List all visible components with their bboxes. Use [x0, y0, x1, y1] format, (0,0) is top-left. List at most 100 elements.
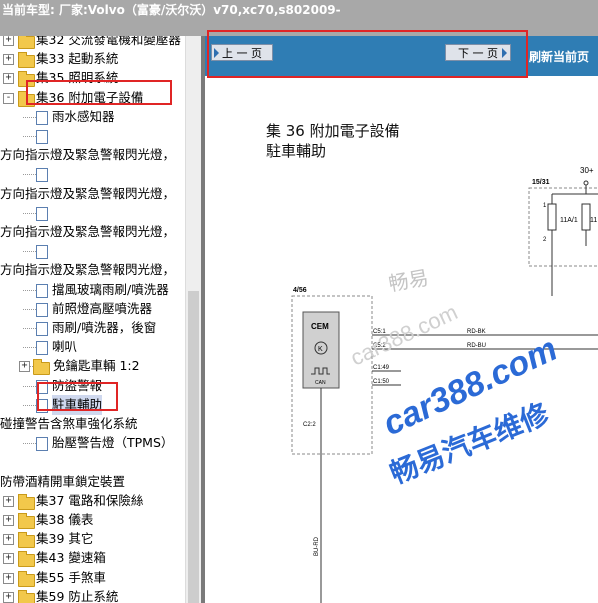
tree-item-label: 雨刷/噴洗器，後窗	[52, 320, 157, 335]
folder-icon	[18, 493, 35, 510]
tree-scrollbar[interactable]	[185, 36, 201, 603]
highlight-toolbar-box	[207, 30, 528, 78]
tree-item[interactable]: 碰撞警告含煞車強化系統	[0, 414, 185, 434]
expand-icon[interactable]: +	[3, 495, 14, 507]
wiring-diagram: 15/31 30+ 11A/1 11 1 2 4/56 CEM K CAN C5…	[291, 166, 598, 603]
tree-item-label: 集37 電路和保險絲	[36, 492, 144, 508]
expand-icon[interactable]: +	[3, 591, 14, 603]
tree-item-label: 前照燈高壓噴洗器	[52, 300, 153, 316]
tree-folder[interactable]: + 集59 防止系統	[0, 587, 185, 603]
tree-item[interactable]: 方向指示燈及緊急警報閃光燈，	[0, 260, 185, 280]
tree-folder[interactable]: + 集43 變速箱	[0, 548, 185, 568]
tree-document[interactable]	[0, 164, 185, 184]
tree-folder[interactable]: + 集33 起動系統	[0, 49, 185, 69]
expand-icon[interactable]: +	[3, 36, 14, 46]
folder-icon	[18, 513, 35, 529]
tree-item[interactable]: 方向指示燈及緊急警報閃光燈，	[0, 184, 185, 204]
fuse-label-2: 11	[590, 217, 597, 224]
module-ref-label: 4/56	[293, 287, 307, 294]
tree-document[interactable]: 胎壓警告燈（TPMS）	[0, 433, 185, 453]
tree-item[interactable]: 防帶酒精開車鎖定裝置	[0, 472, 185, 492]
folder-icon	[18, 532, 35, 549]
tree-item-label: 集32 交流發電機和變壓器	[36, 36, 181, 47]
tree-item-label: 集33 起動系統	[36, 51, 119, 67]
tree-item[interactable]: 方向指示燈及緊急警報閃光燈，	[0, 145, 185, 165]
expand-icon[interactable]: +	[3, 54, 14, 66]
document-icon	[36, 110, 48, 125]
supply-label: 30+	[580, 166, 594, 175]
tree-document[interactable]: 喇叭	[0, 337, 185, 357]
expand-icon[interactable]: +	[3, 534, 14, 546]
tree-document[interactable]: 雨水感知器	[0, 107, 185, 127]
wire-bu-rd-label: BU-RD	[314, 536, 320, 556]
tree-item-label: 集55 手煞車	[36, 569, 106, 585]
expand-icon[interactable]: +	[3, 553, 14, 565]
pin-c2-2: C2:2	[303, 422, 316, 428]
document-icon	[36, 302, 48, 317]
tree-folder[interactable]: + 免鑰匙車輛 1:2	[0, 356, 185, 376]
document-icon	[36, 283, 48, 298]
tree-document[interactable]	[0, 203, 185, 223]
tree-folder[interactable]: + 集38 儀表	[0, 510, 185, 530]
pin-c1-50: C1:50	[373, 379, 390, 385]
tree-scrollbar-thumb[interactable]	[188, 291, 199, 603]
tree-item-label: 方向指示燈及緊急警報閃光燈，	[0, 262, 176, 278]
fuse-label: 11A/1	[560, 217, 578, 224]
tree-item-label: 集38 儀表	[36, 512, 94, 527]
folder-icon	[18, 551, 35, 568]
collapse-icon[interactable]: -	[3, 92, 14, 104]
highlight-folder-box	[26, 80, 172, 105]
tree-item-label: 方向指示燈及緊急警報閃光燈，	[0, 147, 176, 163]
svg-text:K: K	[318, 346, 323, 353]
document-icon	[36, 245, 48, 260]
highlight-item-box	[37, 382, 118, 411]
folder-icon	[18, 52, 35, 69]
document-icon	[36, 322, 48, 336]
tree-document[interactable]: 擋風玻璃雨刷/噴洗器	[0, 280, 185, 300]
tree-item[interactable]: 方向指示燈及緊急警報閃光燈，	[0, 222, 185, 242]
tree-folder[interactable]: + 集39 其它	[0, 529, 185, 549]
tree-item-label: 喇叭	[52, 339, 78, 355]
document-icon	[36, 437, 48, 452]
tree-item-label: 雨水感知器	[52, 108, 115, 124]
tree-item-label: 集59 防止系統	[36, 588, 119, 603]
document-icon	[36, 168, 48, 183]
supply-node	[583, 180, 589, 186]
tree-folder[interactable]: + 集32 交流發電機和變壓器	[0, 36, 185, 50]
folder-icon	[18, 570, 35, 587]
tree-folder[interactable]: + 集37 電路和保險絲	[0, 491, 185, 511]
fuse-11a	[547, 203, 557, 231]
tree-document[interactable]	[0, 126, 185, 146]
document-icon	[36, 206, 48, 221]
tree-document[interactable]: 雨刷/噴洗器，後窗	[0, 318, 185, 338]
chapter-tree[interactable]: + 集32 交流發電機和變壓器 + 集33 起動系統 + 集35 照明系統 - 集36 附加電…	[0, 36, 201, 603]
expand-icon[interactable]: +	[19, 361, 30, 373]
expand-icon[interactable]: +	[3, 515, 14, 526]
expand-icon[interactable]: +	[3, 572, 14, 584]
pin-c1-49: C1:49	[373, 365, 390, 371]
tree-item-label: 方向指示燈及緊急警報閃光燈，	[0, 185, 176, 201]
tree-folder[interactable]: + 集55 手煞車	[0, 568, 185, 588]
tree-item-label: 擋風玻璃雨刷/噴洗器	[52, 281, 169, 297]
cem-label: CEM	[311, 322, 329, 331]
tree-item-label: 免鑰匙車輛 1:2	[53, 358, 140, 374]
tree-document[interactable]	[0, 241, 185, 261]
tree-item[interactable]	[0, 452, 185, 472]
tree-item-label: 碰撞警告含煞車強化系統	[0, 416, 138, 431]
window-title: 当前车型: 厂家:Volvo（富豪/沃尔沃）v70,xc70,s802009-	[2, 3, 341, 17]
tree-item-label: 胎壓警告燈（TPMS）	[52, 435, 174, 451]
tree-item-label: 方向指示燈及緊急警報閃光燈，	[0, 224, 176, 239]
document-icon	[36, 341, 48, 356]
folder-icon	[18, 589, 35, 603]
fuse-top-pin: 1	[543, 203, 547, 209]
wire-rd-bu-label: RD-BU	[467, 343, 486, 349]
document-icon	[36, 130, 48, 144]
tree-item-label: 集39 其它	[36, 531, 94, 547]
tree-document[interactable]: 前照燈高壓噴洗器	[0, 299, 185, 319]
can-label: CAN	[315, 380, 326, 386]
tree-item-label: 防帶酒精開車鎖定裝置	[0, 473, 126, 489]
watermark-cn-small: 畅易	[387, 266, 430, 296]
fuse-11b	[581, 203, 591, 231]
expand-icon[interactable]: +	[3, 73, 14, 85]
folder-icon	[18, 36, 35, 49]
